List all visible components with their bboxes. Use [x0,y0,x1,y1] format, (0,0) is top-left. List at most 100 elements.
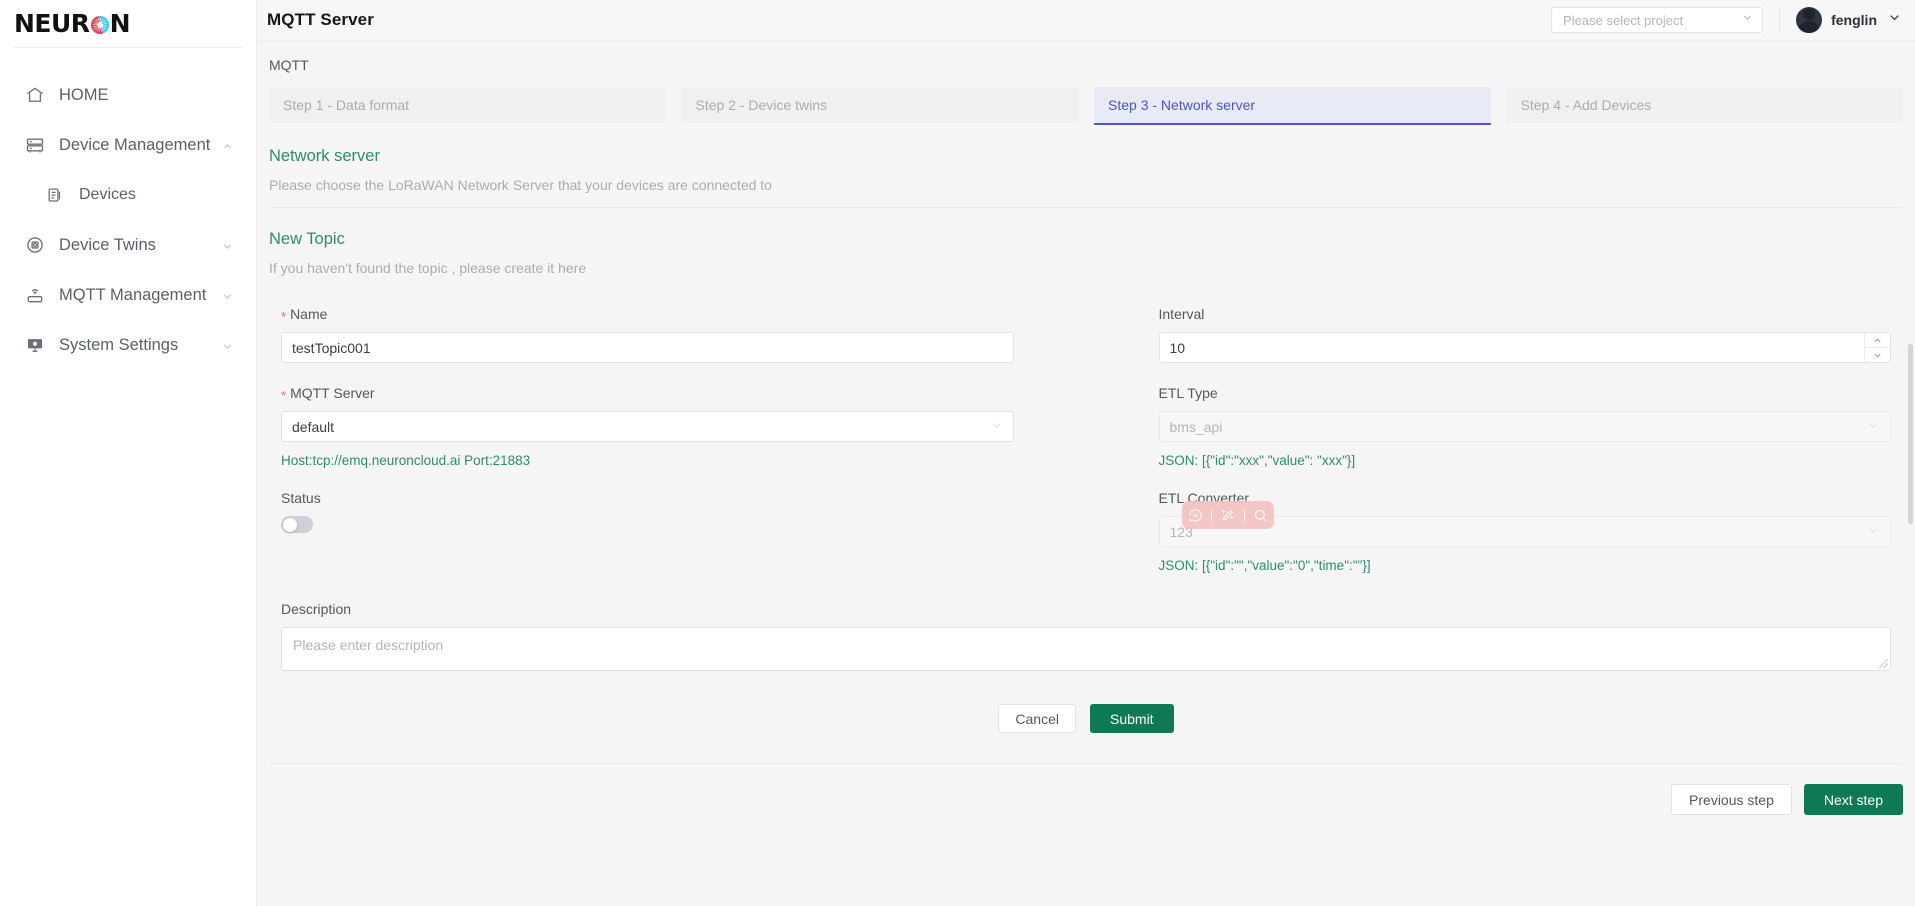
sidebar-item-label: MQTT Management [59,285,207,304]
toggle-knob [283,517,297,532]
username-label: fenglin [1831,12,1877,28]
name-label: * Name [281,306,1014,323]
description-label: Description [281,601,352,617]
interval-value: 10 [1169,339,1186,356]
step-tab-3[interactable]: Step 3 - Network server [1094,87,1491,125]
chevron-down-icon [1867,419,1880,435]
ai-badge-icon[interactable]: AI [1184,504,1206,526]
step-tab-label: Step 1 - Data format [283,97,410,113]
field-interval: Interval 10 [1158,306,1891,363]
scrollbar-track[interactable] [1908,44,1913,864]
target-circle-icon [24,234,46,256]
ai-floating-toolbar[interactable]: AI [1182,501,1274,529]
breadcrumb: MQTT [269,57,309,73]
stepper-down-icon[interactable] [1865,347,1890,362]
server-rack-icon [24,134,46,156]
search-icon[interactable] [1250,504,1272,526]
step-tab-label: Step 4 - Add Devices [1520,97,1652,113]
avatar [1796,7,1823,33]
sidebar-item-label: Device Twins [59,235,156,254]
sidebar-item-label: Device Management [59,135,211,154]
step-tab-1[interactable]: Step 1 - Data format [269,87,666,123]
main-content: MQTT Server Please select project fengli… [257,0,1915,906]
etl-type-select[interactable]: bms_api [1158,411,1891,442]
network-server-note: Please choose the LoRaWAN Network Server… [269,177,772,193]
next-step-button[interactable]: Next step [1803,784,1903,815]
sidebar-item-device-management[interactable]: Device Management [0,120,256,170]
monitor-gear-icon [24,334,46,356]
stepper-up-icon[interactable] [1865,333,1890,347]
topbar-right: Please select project fenglin [1551,7,1902,33]
host-port-info: Host:tcp://emq.neuroncloud.ai Port:21883 [281,453,531,468]
mqtt-server-label-text: MQTT Server [290,385,375,401]
network-server-panel: Network server Please choose the LoRaWAN… [257,147,1915,276]
submit-button[interactable]: Submit [1090,704,1174,733]
sidebar-item-label: System Settings [59,335,179,354]
sidebar-item-system-settings[interactable]: System Settings [0,320,256,370]
sidebar-item-devices[interactable]: Devices [20,170,256,220]
sidebar-item-home[interactable]: HOME [0,70,256,120]
logo-text-right: N [109,9,131,38]
scrollbar-thumb[interactable] [1908,344,1913,524]
user-menu[interactable]: fenglin [1796,7,1902,33]
home-icon [24,84,46,106]
step-tab-label: Step 2 - Device twins [695,97,828,113]
logo-text: NEUR N [14,9,131,38]
mqtt-server-select[interactable]: default [281,411,1014,442]
neuron-circle-icon [90,15,109,34]
chevron-down-icon [990,419,1003,435]
resize-grip-icon[interactable] [1879,659,1888,668]
interval-label: Interval [1158,306,1205,322]
cancel-button[interactable]: Cancel [998,704,1076,733]
sidebar-submenu-device-management: Devices [0,170,256,220]
sidebar-item-label: HOME [59,85,109,104]
sidebar: NEUR N HOME Device Management Devices De… [0,0,257,906]
toolbar-divider [1243,508,1245,522]
form-column-right: Interval 10 ETL Type bms_api JSON: [{"id… [1158,306,1892,573]
description-textarea[interactable]: Please enter description [281,627,1891,671]
brand-logo[interactable]: NEUR N [0,0,256,47]
chevron-down-icon[interactable] [221,339,234,352]
required-asterisk: * [281,387,287,403]
project-select-placeholder: Please select project [1563,12,1684,28]
etl-converter-hint: JSON: [{"id":"","value":"0","time":""}] [1158,558,1371,573]
step-tab-2[interactable]: Step 2 - Device twins [681,87,1078,123]
mqtt-server-value: default [292,418,335,435]
chevron-up-icon[interactable] [221,139,234,152]
field-description: Description Please enter description [257,601,1915,671]
wizard-nav: Previous step Next step [257,764,1915,837]
sidebar-item-mqtt-management[interactable]: MQTT Management [0,270,256,320]
step-tab-4[interactable]: Step 4 - Add Devices [1506,87,1903,123]
etl-type-label: ETL Type [1158,385,1218,401]
topbar-separator [1779,7,1781,33]
network-server-heading: Network server [269,147,380,165]
field-mqtt-server: * MQTT Server default Host:tcp://emq.neu… [281,385,1014,468]
wizard-steps: Step 1 - Data format Step 2 - Device twi… [257,73,1915,125]
name-input[interactable]: testTopic001 [281,332,1014,363]
logo-text-left: NEUR [14,9,90,38]
interval-stepper[interactable] [1864,333,1890,362]
topbar: MQTT Server Please select project fengli… [257,0,1915,41]
interval-input[interactable]: 10 [1158,332,1891,363]
page-title: MQTT Server [267,10,374,29]
sidebar-nav: HOME Device Management Devices Device Tw… [0,48,256,370]
toolbar-divider [1211,508,1213,522]
project-select[interactable]: Please select project [1551,7,1764,33]
content-scroll-area[interactable]: MQTT Step 1 - Data format Step 2 - Devic… [257,41,1915,906]
status-toggle[interactable] [281,516,313,533]
chevron-down-icon[interactable] [1887,10,1902,30]
field-name: * Name testTopic001 [281,306,1014,363]
mqtt-server-label: * MQTT Server [281,385,1014,403]
chevron-down-icon[interactable] [221,289,234,302]
name-label-text: Name [290,306,328,322]
svg-text:AI: AI [1193,513,1199,519]
field-status: Status [281,490,1014,533]
form-column-left: * Name testTopic001 * MQTT Server defaul… [281,306,1014,573]
sidebar-item-device-twins[interactable]: Device Twins [0,220,256,270]
etl-type-value: bms_api [1169,418,1223,435]
magic-wand-icon[interactable] [1217,504,1239,526]
previous-step-button[interactable]: Previous step [1671,784,1792,815]
chevron-down-icon[interactable] [221,239,234,252]
